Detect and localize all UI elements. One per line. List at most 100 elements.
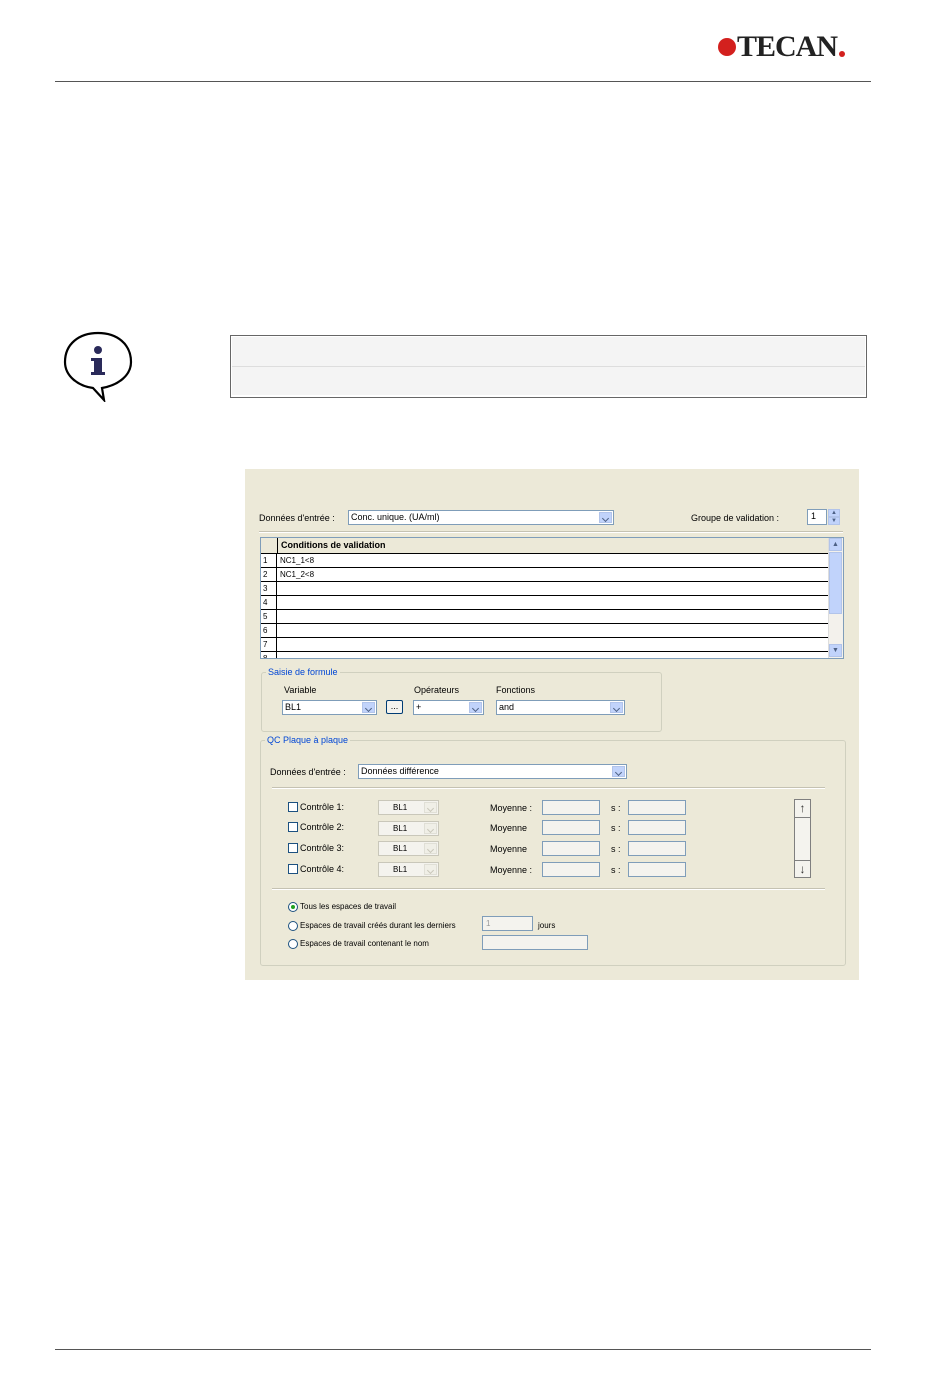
control-2-combo[interactable]: BL1	[378, 821, 439, 836]
footer-rule	[55, 1349, 871, 1350]
operators-combo[interactable]: +	[413, 700, 484, 715]
spin-down-icon[interactable]: ▼	[828, 517, 840, 525]
chevron-down-icon	[424, 802, 437, 813]
radio-last-days[interactable]	[288, 921, 298, 931]
table-row[interactable]: 7	[261, 638, 829, 652]
condition-cell[interactable]: NC1_1<8	[280, 554, 314, 567]
arrow-up-icon[interactable]: ↑	[795, 800, 810, 818]
operators-label: Opérateurs	[414, 685, 460, 695]
control-3-mean-input[interactable]	[542, 841, 600, 856]
input-data-combo[interactable]: Conc. unique. (UA/ml)	[348, 510, 614, 525]
control-2-s-input[interactable]	[628, 820, 686, 835]
control-3-mean-label: Moyenne	[490, 844, 528, 854]
condition-cell[interactable]: NC1_2<8	[280, 568, 314, 581]
control-2-label: Contrôle 2:	[300, 822, 345, 832]
days-label: jours	[538, 921, 556, 930]
table-row[interactable]: 3	[261, 582, 829, 596]
chevron-down-icon	[424, 843, 437, 854]
control-1-label: Contrôle 1:	[300, 802, 345, 812]
control-2-checkbox[interactable]	[288, 822, 298, 832]
grid-scrollbar[interactable]: ▲ ▼	[828, 538, 843, 658]
radio-name-contains-label: Espaces de travail contenant le nom	[300, 939, 429, 948]
scroll-thumb[interactable]	[829, 552, 842, 614]
note-row-2	[232, 367, 865, 395]
table-row[interactable]: 6	[261, 624, 829, 638]
radio-all-workspaces[interactable]	[288, 902, 298, 912]
control-1-value: BL1	[393, 803, 408, 812]
control-4-s-input[interactable]	[628, 862, 686, 877]
grid-header: Conditions de validation	[261, 538, 829, 554]
control-1-mean-label: Moyenne :	[490, 803, 533, 813]
control-1-checkbox[interactable]	[288, 802, 298, 812]
tecan-logo: TECAN	[718, 28, 846, 63]
control-3-combo[interactable]: BL1	[378, 841, 439, 856]
days-input[interactable]: 1	[482, 916, 533, 931]
radio-all-workspaces-label: Tous les espaces de travail	[300, 902, 397, 911]
control-4-label: Contrôle 4:	[300, 864, 345, 874]
control-2-s-label: s :	[611, 823, 621, 833]
logo-period-icon	[839, 51, 846, 57]
chevron-down-icon	[362, 702, 375, 713]
functions-combo[interactable]: and	[496, 700, 625, 715]
row-number: 7	[261, 638, 277, 651]
logo-text: TECAN	[737, 30, 838, 63]
control-4-mean-input[interactable]	[542, 862, 600, 877]
control-4-value: BL1	[393, 865, 408, 874]
grid-column-header: Conditions de validation	[281, 540, 386, 550]
input-data-value: Conc. unique. (UA/ml)	[351, 512, 440, 522]
functions-label: Fonctions	[496, 685, 536, 695]
formula-group-title: Saisie de formule	[266, 667, 340, 677]
functions-value: and	[499, 702, 515, 712]
chevron-down-icon	[612, 766, 625, 777]
note-row-1	[232, 337, 865, 367]
control-1-combo[interactable]: BL1	[378, 800, 439, 815]
table-row[interactable]: 5	[261, 610, 829, 624]
table-row[interactable]: 4	[261, 596, 829, 610]
chevron-down-icon	[424, 864, 437, 875]
chevron-down-icon	[424, 823, 437, 834]
control-4-checkbox[interactable]	[288, 864, 298, 874]
validation-dialog: Données d'entrée : Conc. unique. (UA/ml)…	[245, 469, 859, 980]
validation-conditions-grid[interactable]: Conditions de validation 1 NC1_1<8 2 NC1_2…	[260, 537, 844, 659]
operators-value: +	[416, 702, 422, 712]
table-row[interactable]: 2 NC1_2<8	[261, 568, 829, 582]
control-1-mean-input[interactable]	[542, 800, 600, 815]
radio-last-days-label: Espaces de travail créés durant les dern…	[300, 921, 456, 930]
qc-input-combo[interactable]: Données différence	[358, 764, 627, 779]
spin-up-icon[interactable]: ▲	[828, 509, 840, 517]
radio-name-contains[interactable]	[288, 939, 298, 949]
chevron-down-icon	[610, 702, 623, 713]
qc-input-value: Données différence	[361, 766, 439, 776]
scroll-up-icon[interactable]: ▲	[829, 538, 842, 551]
control-4-combo[interactable]: BL1	[378, 862, 439, 877]
control-4-mean-label: Moyenne :	[490, 865, 533, 875]
validation-group-label: Groupe de validation :	[691, 513, 780, 523]
arrow-down-icon[interactable]: ↓	[795, 860, 810, 878]
chevron-down-icon	[599, 512, 612, 523]
control-4-s-label: s :	[611, 865, 621, 875]
control-3-s-label: s :	[611, 844, 621, 854]
qc-group-title: QC Plaque à plaque	[265, 735, 351, 745]
variable-value: BL1	[285, 702, 302, 712]
table-row[interactable]: 8	[261, 652, 829, 658]
input-data-label: Données d'entrée :	[259, 513, 335, 523]
table-row[interactable]: 1 NC1_1<8	[261, 554, 829, 568]
control-1-s-input[interactable]	[628, 800, 686, 815]
scroll-down-icon[interactable]: ▼	[829, 644, 842, 657]
dots-button[interactable]: ...	[386, 700, 403, 714]
variable-label: Variable	[284, 685, 317, 695]
separator	[259, 531, 843, 533]
validation-group-input[interactable]: 1	[807, 509, 827, 525]
control-3-label: Contrôle 3:	[300, 843, 345, 853]
controls-scrollbar[interactable]: ↑ ↓	[794, 799, 811, 878]
workspace-name-input[interactable]	[482, 935, 588, 950]
validation-group-spinner[interactable]: ▲ ▼	[828, 509, 840, 525]
control-2-mean-input[interactable]	[542, 820, 600, 835]
control-3-checkbox[interactable]	[288, 843, 298, 853]
variable-combo[interactable]: BL1	[282, 700, 377, 715]
control-2-mean-label: Moyenne	[490, 823, 528, 833]
control-1-s-label: s :	[611, 803, 621, 813]
info-speech-bubble-icon	[63, 331, 133, 402]
row-number: 1	[261, 554, 277, 567]
control-3-s-input[interactable]	[628, 841, 686, 856]
